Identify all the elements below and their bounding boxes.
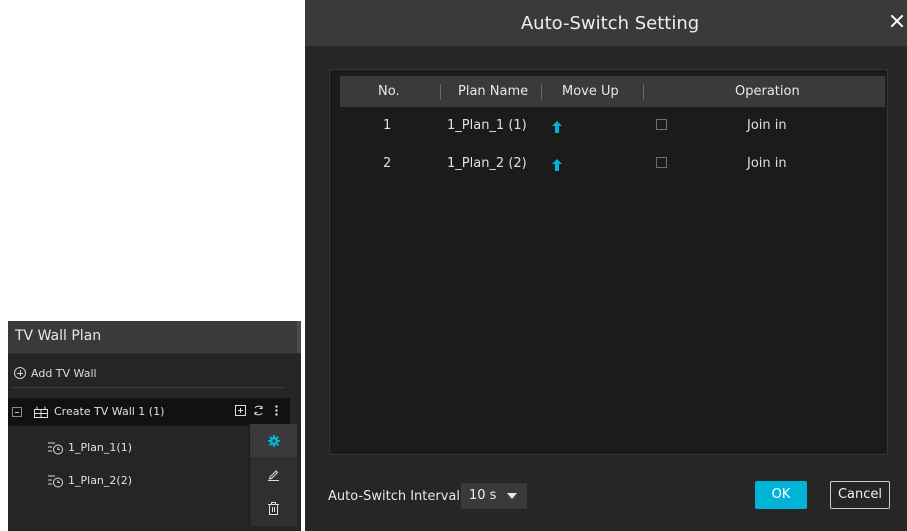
column-header-move-up: Move Up [562, 84, 619, 99]
tv-wall-plan-panel: TV Wall Plan Add TV Wall Create TV Wall … [8, 321, 301, 531]
panel-title: TV Wall Plan [15, 328, 102, 344]
close-icon[interactable] [890, 14, 904, 28]
table-row: 1 1_Plan_1 (1) Join in [340, 111, 885, 143]
column-separator [643, 84, 644, 100]
tree-row-tv-wall[interactable]: Create TV Wall 1 (1) [8, 398, 290, 426]
plan-label: 1_Plan_2(2) [68, 474, 132, 487]
interval-select[interactable]: 10 s [461, 483, 527, 509]
interval-value: 10 s [469, 488, 497, 503]
plan-schedule-icon [48, 475, 63, 488]
cancel-button[interactable]: Cancel [830, 481, 890, 509]
dialog-header: Auto-Switch Setting [305, 0, 907, 46]
more-vertical-icon[interactable] [271, 405, 282, 416]
move-up-arrow-icon[interactable] [552, 121, 562, 133]
tree-row-plan[interactable]: 1_Plan_1(1) [8, 434, 290, 462]
edit-icon [268, 470, 279, 481]
row-checkbox[interactable] [656, 119, 667, 130]
row-number: 1 [383, 118, 392, 133]
auto-switch-dialog: Auto-Switch Setting No. Plan Name Move U… [305, 0, 907, 531]
table-header: No. Plan Name Move Up Operation [340, 76, 885, 107]
interval-label: Auto-Switch Interval [328, 489, 461, 504]
context-menu [249, 424, 297, 526]
auto-switch-icon[interactable] [253, 405, 264, 416]
column-header-operation: Operation [735, 84, 800, 99]
gear-icon [267, 434, 280, 447]
move-up-arrow-icon[interactable] [552, 159, 562, 171]
add-tv-wall-label: Add TV Wall [31, 366, 97, 380]
row-tools [235, 405, 282, 416]
column-header-no: No. [378, 84, 400, 99]
ok-button[interactable]: OK [755, 481, 807, 509]
row-number: 2 [383, 156, 392, 171]
row-plan-name: 1_Plan_1 (1) [447, 118, 527, 133]
collapse-icon[interactable] [12, 407, 22, 417]
row-plan-name: 1_Plan_2 (2) [447, 156, 527, 171]
plan-schedule-icon [48, 442, 63, 455]
column-separator [440, 84, 441, 100]
column-separator [541, 84, 542, 100]
dialog-title: Auto-Switch Setting [520, 13, 700, 34]
auto-switch-setting-menu-item[interactable] [250, 424, 297, 457]
add-circle-icon [14, 367, 26, 379]
add-plan-icon[interactable] [235, 405, 246, 416]
join-in-button[interactable]: Join in [747, 118, 787, 133]
plan-table: No. Plan Name Move Up Operation 1 1_Plan… [329, 69, 888, 455]
chevron-down-icon [507, 493, 517, 499]
tv-wall-label: Create TV Wall 1 (1) [54, 405, 165, 418]
tv-wall-icon [34, 406, 48, 418]
add-tv-wall-button[interactable]: Add TV Wall [14, 365, 97, 381]
row-checkbox[interactable] [656, 157, 667, 168]
plan-label: 1_Plan_1(1) [68, 441, 132, 454]
delete-menu-item[interactable] [250, 492, 297, 525]
edit-menu-item[interactable] [250, 458, 297, 491]
join-in-button[interactable]: Join in [747, 156, 787, 171]
delete-icon [268, 502, 279, 515]
panel-edge [297, 321, 301, 353]
table-row: 2 1_Plan_2 (2) Join in [340, 149, 885, 181]
panel-header: TV Wall Plan [8, 321, 301, 354]
divider [12, 387, 284, 388]
column-header-plan-name: Plan Name [458, 84, 529, 99]
tree-row-plan[interactable]: 1_Plan_2(2) [8, 467, 290, 495]
